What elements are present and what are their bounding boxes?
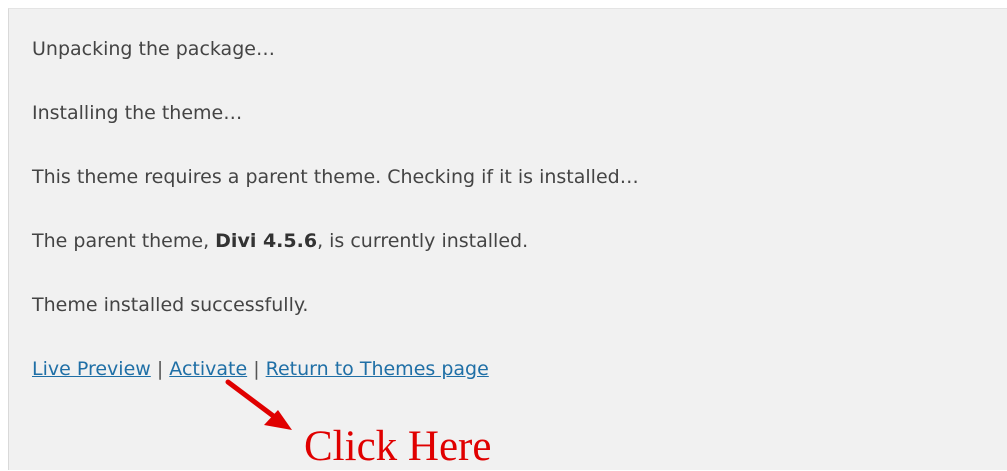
install-log-panel: Unpacking the package… Installing the th… (8, 8, 1007, 470)
log-line-installing: Installing the theme… (32, 102, 243, 124)
link-separator: | (150, 358, 170, 380)
arrow-icon (225, 379, 292, 430)
parent-suffix: , is currently installed. (317, 230, 529, 252)
parent-theme-name: Divi 4.5.6 (215, 230, 318, 252)
link-separator: | (247, 358, 266, 380)
live-preview-link[interactable]: Live Preview (32, 358, 151, 380)
activate-link[interactable]: Activate (169, 358, 247, 380)
parent-prefix: The parent theme, (32, 230, 216, 252)
log-line-success: Theme installed successfully. (32, 294, 309, 316)
return-to-themes-link[interactable]: Return to Themes page (266, 358, 489, 380)
click-here-annotation: Click Here (304, 423, 492, 470)
log-line-parent-installed: The parent theme, Divi 4.5.6, is current… (32, 229, 528, 253)
log-line-requires-parent: This theme requires a parent theme. Chec… (32, 166, 639, 188)
log-line-unpacking: Unpacking the package… (32, 38, 275, 60)
